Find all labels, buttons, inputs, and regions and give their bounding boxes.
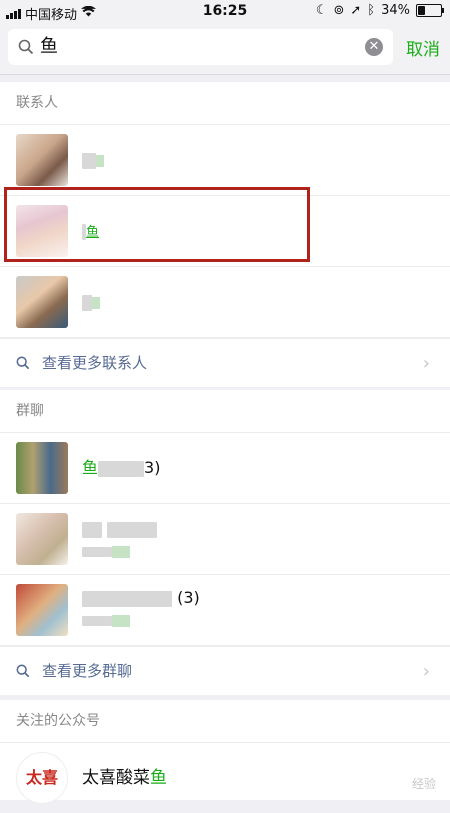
lock-rotation-icon: ⊚ (333, 3, 345, 18)
search-icon (16, 663, 30, 682)
more-contacts-link[interactable]: 查看更多联系人 › (0, 338, 450, 387)
contact-row[interactable] (0, 125, 450, 196)
group-row[interactable]: (3) (0, 575, 450, 646)
battery-icon (416, 4, 444, 17)
group-name: 鱼 3) (82, 458, 161, 477)
avatar (16, 584, 68, 636)
groups-section: 群聊 鱼 3) (3) 查看更多群聊 › (0, 390, 450, 695)
account-logo-text: 太喜 (25, 768, 58, 787)
status-bar: 中国移动 16:25 ☾ ⊚ ➚ ᛒ 34% (0, 0, 450, 23)
group-row[interactable]: 鱼 3) (0, 433, 450, 504)
avatar (16, 276, 68, 328)
chevron-right-icon: › (422, 353, 430, 374)
more-contacts-label: 查看更多联系人 (42, 354, 148, 372)
official-account-name: 太喜酸菜鱼 (82, 768, 167, 788)
avatar: 太喜 (16, 752, 68, 804)
contact-name (82, 291, 100, 313)
search-input[interactable]: 鱼 ✕ (8, 29, 393, 65)
more-groups-label: 查看更多群聊 (42, 662, 133, 680)
watermark: 经验 (411, 777, 436, 791)
search-query: 鱼 (40, 36, 58, 57)
location-icon: ➚ (350, 3, 362, 18)
contact-row[interactable] (0, 267, 450, 338)
contact-name (82, 149, 104, 171)
official-account-row[interactable]: 太喜 太喜酸菜鱼 (0, 743, 450, 813)
clear-icon[interactable]: ✕ (365, 38, 383, 56)
avatar (16, 442, 68, 494)
chevron-right-icon: › (422, 661, 430, 682)
avatar (16, 513, 68, 565)
search-icon (16, 355, 30, 374)
search-bar: 鱼 ✕ (0, 22, 450, 75)
bluetooth-icon: ᛒ (367, 3, 376, 18)
contacts-title: 联系人 (0, 82, 450, 125)
search-icon (18, 39, 34, 59)
cancel-button[interactable]: 取消 (406, 35, 440, 60)
highlight-box (4, 187, 310, 262)
more-groups-link[interactable]: 查看更多群聊 › (0, 646, 450, 695)
moon-icon: ☾ (315, 3, 328, 18)
groups-title: 群聊 (0, 390, 450, 433)
group-name: (3) (82, 587, 200, 631)
avatar (16, 134, 68, 186)
battery-percent: 34% (381, 3, 410, 18)
group-name (82, 518, 158, 562)
official-accounts-section: 关注的公众号 太喜 太喜酸菜鱼 (0, 700, 450, 804)
status-right: ☾ ⊚ ➚ ᛒ 34% (315, 3, 444, 18)
group-row[interactable] (0, 504, 450, 575)
official-accounts-title: 关注的公众号 (0, 700, 450, 743)
